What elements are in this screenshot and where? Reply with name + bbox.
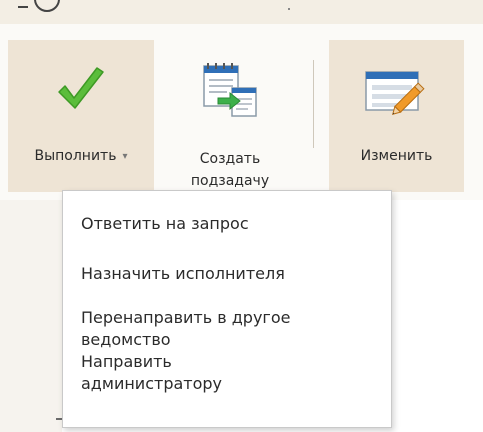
execute-dropdown-caret-icon[interactable]: ▾	[122, 147, 127, 167]
create-subtask-icon	[203, 63, 257, 117]
title-dot	[288, 8, 290, 10]
edit-form-icon	[364, 71, 425, 115]
create-subtask-button[interactable]: Создать подзадачу	[164, 40, 296, 192]
ribbon-toolbar: Выполнить ▾ Создать подзадачу Изменить	[0, 24, 483, 201]
ribbon-divider	[313, 60, 314, 148]
left-panel	[0, 200, 62, 432]
edit-button-label: Изменить	[360, 148, 433, 164]
edit-button[interactable]: Изменить	[329, 40, 464, 192]
execute-button-label: Выполнить ▾	[8, 146, 154, 167]
title-glyph	[18, 0, 64, 12]
execute-button[interactable]: Выполнить ▾	[8, 40, 154, 192]
menu-item-redirect-department[interactable]: Перенаправить в другое ведомство	[81, 307, 381, 351]
checkmark-icon	[58, 67, 104, 109]
create-subtask-button-label: Создать подзадачу	[190, 151, 270, 189]
menu-item-reply-request[interactable]: Ответить на запрос	[81, 213, 381, 235]
menu-item-assign-executor[interactable]: Назначить исполнителя	[81, 263, 381, 285]
execute-dropdown-menu: Ответить на запрос Назначить исполнителя…	[62, 190, 392, 428]
window-title-strip	[0, 0, 483, 24]
menu-item-send-to-admin[interactable]: Направить администратору	[81, 351, 381, 395]
